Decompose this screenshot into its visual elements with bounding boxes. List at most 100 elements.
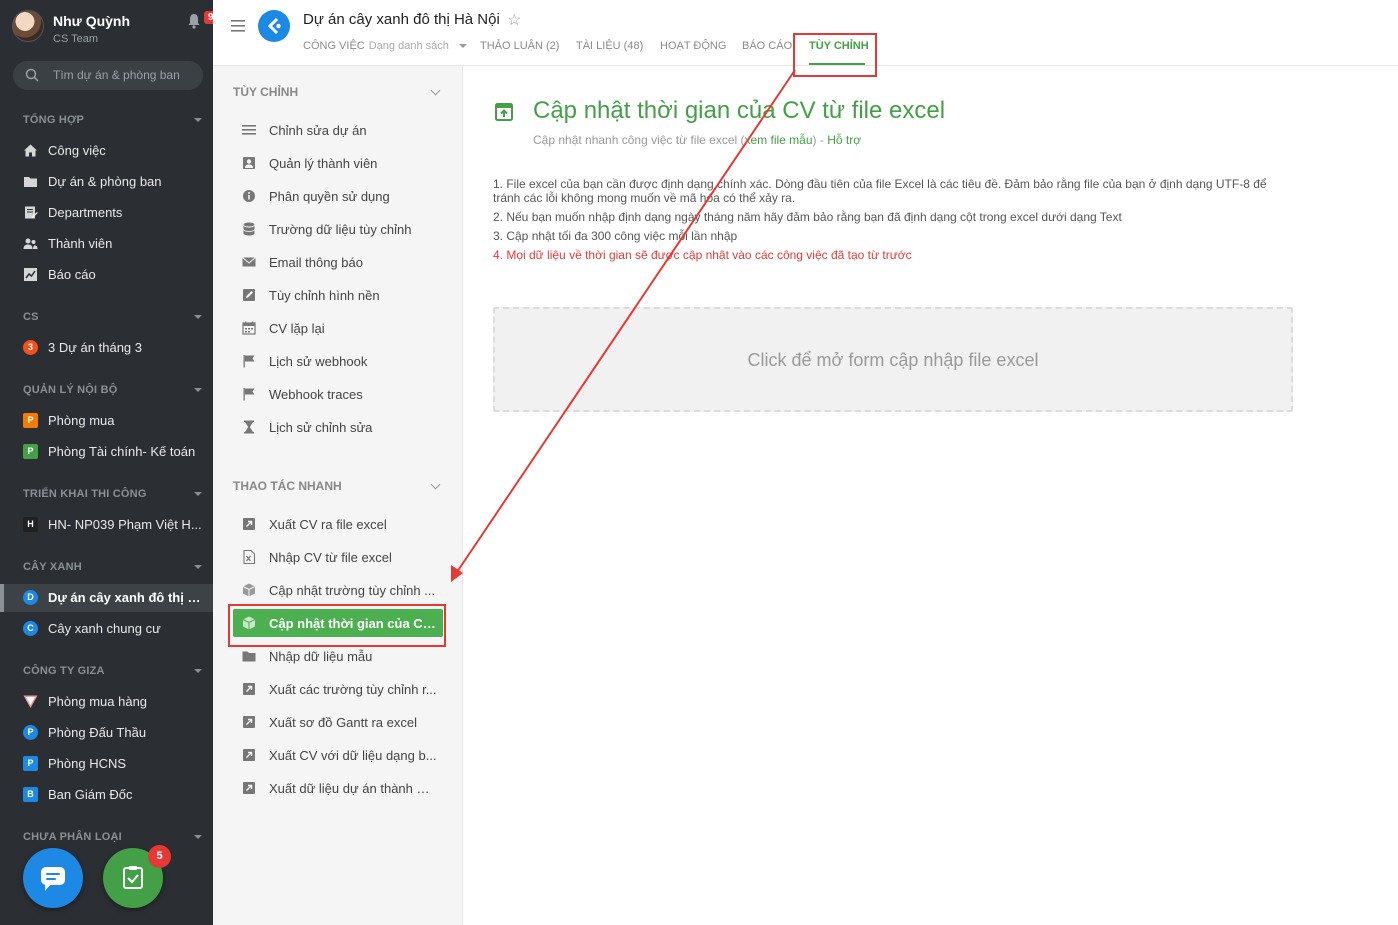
external-link-icon	[243, 683, 255, 695]
menu-item-lich-su-webhook[interactable]: Lịch sử webhook	[233, 347, 443, 375]
menu-item-quan-ly-thanh-vien[interactable]: Quản lý thành viên	[233, 149, 443, 177]
caret-down-icon[interactable]	[194, 669, 202, 673]
sidebar-item-ban-giam-doc[interactable]: B Ban Giám Đốc	[0, 781, 213, 809]
sidebar-item-du-an-phong-ban[interactable]: Dự án & phòng ban	[0, 168, 213, 196]
upload-icon	[495, 103, 513, 121]
menu-item-cap-nhat-truong[interactable]: Cập nhật trường tùy chỉnh ...	[233, 576, 443, 604]
menu-item-xuat-truong-tuy-chinh[interactable]: Xuất các trường tùy chỉnh r...	[233, 675, 443, 703]
folder-icon	[24, 177, 37, 187]
dropzone-label: Click để mở form cập nhập file excel	[747, 350, 1039, 370]
sidebar-item-label: Phòng mua hàng	[48, 694, 148, 709]
section-header-tong-hop[interactable]: TỔNG HỢP	[23, 114, 84, 126]
sidebar-item-label: Phòng Đấu Thầu	[48, 725, 147, 740]
sidebar-item-cong-viec[interactable]: Công việc	[0, 137, 213, 165]
sidebar-item-du-an-thang-3[interactable]: 3 3 Dự án tháng 3	[0, 334, 213, 362]
caret-down-icon[interactable]	[194, 388, 202, 392]
menu-item-xuat-cv-excel[interactable]: Xuất CV ra file excel	[233, 510, 443, 538]
sidebar-item-label: Ban Giám Đốc	[48, 787, 133, 802]
menu-item-xuat-du-lieu-du-an[interactable]: Xuất dữ liệu dự án thành m...	[233, 774, 443, 802]
caret-down-icon[interactable]	[194, 492, 202, 496]
external-link-icon	[243, 749, 255, 761]
chevron-down-icon[interactable]	[430, 479, 441, 490]
sidebar-item-thanh-vien[interactable]: Thành viên	[0, 230, 213, 258]
project-badge: P	[23, 413, 38, 428]
menu-item-cv-lap-lai[interactable]: CV lặp lại	[233, 314, 443, 342]
page-title: Cập nhật thời gian của CV từ file excel	[533, 97, 946, 124]
menu-item-webhook-traces[interactable]: Webhook traces	[233, 380, 443, 408]
help-link[interactable]: Hỗ trợ	[827, 133, 861, 147]
notification-badge: 97	[204, 11, 213, 24]
sidebar-item-label: Báo cáo	[48, 267, 96, 282]
sidebar-item-phong-mua-hang[interactable]: Phòng mua hàng	[0, 688, 213, 716]
sidebar-item-phong-hcns[interactable]: P Phòng HCNS	[0, 750, 213, 778]
sidebar-item-label: Cây xanh chung cư	[48, 621, 161, 636]
menu-item-label: CV lặp lại	[269, 321, 325, 336]
tab-hoat-dong[interactable]: HOẠT ĐỘNG	[660, 40, 726, 52]
instruction-line: 2. Nếu bạn muốn nhập định dạng ngày thán…	[493, 210, 1122, 224]
sidebar-search[interactable]: Tìm dự án & phòng ban	[13, 61, 203, 90]
sample-file-link[interactable]: xem file mẫu	[745, 133, 813, 147]
sidebar-item-hn-np039[interactable]: H HN- NP039 Phạm Việt H...	[0, 511, 213, 539]
menu-item-label: Xuất CV với dữ liệu dạng b...	[269, 748, 437, 763]
sidebar-item-departments[interactable]: Departments	[0, 199, 213, 227]
tab-label: CÔNG VIỆC	[303, 40, 365, 52]
menu-item-xuat-gantt[interactable]: Xuất sơ đồ Gantt ra excel	[233, 708, 443, 736]
tab-bao-cao[interactable]: BÁO CÁO	[742, 40, 792, 52]
sidebar-item-label: Phòng HCNS	[48, 756, 127, 771]
sidebar: Như Quỳnh CS Team 97 Tìm dự án & phòng b…	[0, 0, 213, 925]
user-name: Như Quỳnh	[53, 13, 131, 29]
menu-item-xuat-cv-du-lieu[interactable]: Xuất CV với dữ liệu dạng b...	[233, 741, 443, 769]
caret-down-icon[interactable]	[194, 565, 202, 569]
tab-tai-lieu[interactable]: TÀI LIỆU (48)	[576, 40, 643, 52]
menu-item-label: Quản lý thành viên	[269, 156, 378, 171]
chat-button[interactable]	[23, 848, 83, 908]
search-icon	[25, 68, 39, 82]
menu-item-nhap-cv-excel[interactable]: Nhập CV từ file excel	[233, 543, 443, 571]
user-card-icon	[243, 157, 255, 169]
menu-item-label: Xuất dữ liệu dự án thành m...	[269, 781, 437, 796]
section-header-quan-ly-noi-bo[interactable]: QUẢN LÝ NỘI BỘ	[23, 384, 117, 396]
menu-item-label: Tùy chỉnh hình nền	[269, 288, 380, 303]
section-header-trien-khai-thi-cong[interactable]: TRIỂN KHAI THI CÔNG	[23, 488, 147, 500]
upload-dropzone[interactable]: Click để mở form cập nhập file excel	[493, 307, 1293, 412]
tab-thao-luan[interactable]: THẢO LUẬN (2)	[480, 40, 559, 52]
chevron-down-icon[interactable]	[430, 85, 441, 96]
calendar-icon	[242, 321, 256, 335]
sidebar-item-du-an-cay-xanh[interactable]: D Dự án cây xanh đô thị Hà...	[0, 584, 213, 612]
hourglass-icon	[244, 420, 254, 434]
menu-item-lich-su-chinh-sua[interactable]: Lịch sử chỉnh sửa	[233, 413, 443, 441]
menu-item-label: Xuất các trường tùy chỉnh r...	[269, 682, 437, 697]
main-content: Cập nhật thời gian của CV từ file excel …	[463, 66, 1398, 925]
section-header-cay-xanh[interactable]: CÂY XANH	[23, 561, 82, 573]
sidebar-item-phong-tai-chinh[interactable]: P Phòng Tài chính- Kế toán	[0, 438, 213, 466]
folder-icon	[242, 651, 256, 662]
menu-item-email-thong-bao[interactable]: Email thông báo	[233, 248, 443, 276]
section-header-chua-phan-loai[interactable]: CHƯA PHÂN LOẠI	[23, 831, 122, 843]
panel-header-thao-tac-nhanh[interactable]: THAO TÁC NHANH	[233, 479, 342, 493]
sidebar-item-phong-mua[interactable]: P Phòng mua	[0, 407, 213, 435]
user-profile[interactable]: Như Quỳnh CS Team 97	[12, 10, 213, 50]
section-header-cong-ty-giza[interactable]: CÔNG TY GIZA	[23, 665, 105, 677]
sidebar-item-cay-xanh-chung-cu[interactable]: C Cây xanh chung cư	[0, 615, 213, 643]
menu-item-truong-du-lieu[interactable]: Trường dữ liệu tùy chỉnh	[233, 215, 443, 243]
sidebar-item-phong-dau-thau[interactable]: P Phòng Đấu Thầu	[0, 719, 213, 747]
caret-down-icon[interactable]	[194, 835, 202, 839]
caret-down-icon[interactable]	[194, 315, 202, 319]
sidebar-item-bao-cao[interactable]: Báo cáo	[0, 261, 213, 289]
sidebar-item-label: Dự án cây xanh đô thị Hà...	[48, 590, 206, 605]
tab-cong-viec[interactable]: CÔNG VIỆC Dạng danh sách	[303, 40, 468, 52]
bell-icon[interactable]	[187, 13, 201, 29]
page-subtitle: Cập nhật nhanh công việc từ file excel (…	[533, 133, 861, 147]
avatar[interactable]	[12, 10, 44, 42]
section-header-cs[interactable]: CS	[23, 311, 39, 323]
project-badge: P	[23, 444, 38, 459]
star-icon[interactable]: ☆	[507, 10, 521, 30]
menu-icon[interactable]	[231, 20, 245, 32]
menu-item-chinh-sua-du-an[interactable]: Chỉnh sửa dự án	[233, 116, 443, 144]
menu-item-phan-quyen[interactable]: Phân quyền sử dụng	[233, 182, 443, 210]
caret-down-icon[interactable]	[194, 118, 202, 122]
panel-header-tuy-chinh[interactable]: TÙY CHỈNH	[233, 85, 298, 99]
menu-item-tuy-chinh-hinh-nen[interactable]: Tùy chỉnh hình nền	[233, 281, 443, 309]
project-badge: C	[23, 621, 38, 636]
info-circle-icon	[243, 190, 255, 202]
